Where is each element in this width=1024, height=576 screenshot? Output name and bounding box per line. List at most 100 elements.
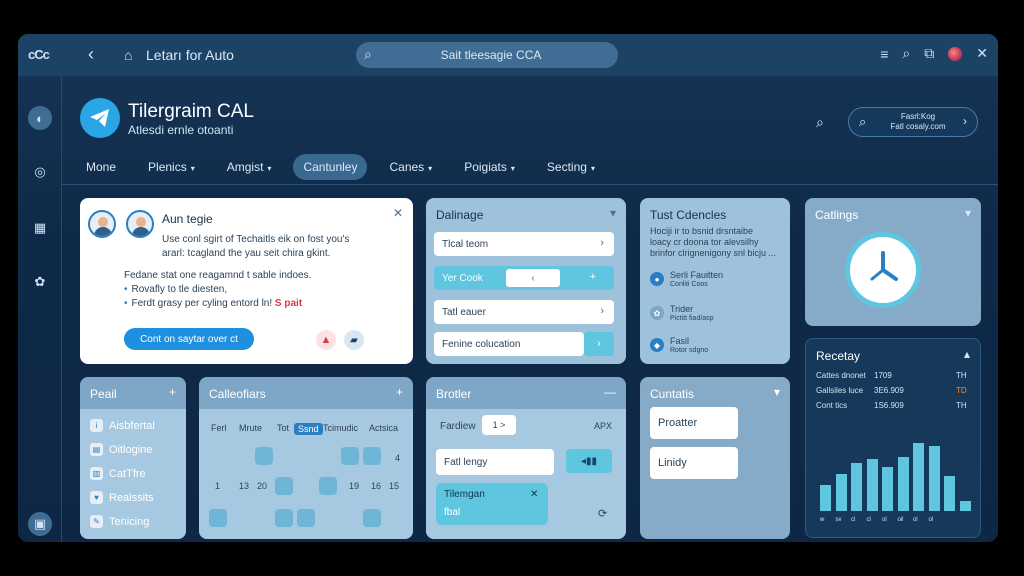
calendar-header: Ferl xyxy=(211,423,227,433)
quantity-stepper[interactable]: 1 > xyxy=(482,415,516,435)
box-icon[interactable]: ▦ xyxy=(28,216,52,240)
chevron-down-icon: ▾ xyxy=(590,164,595,173)
tust-item-name[interactable]: Fasil xyxy=(670,336,689,346)
file-icon: ▥ xyxy=(90,467,103,480)
settings-icon[interactable]: ✿ xyxy=(28,270,52,294)
dalinage-row[interactable]: Fenine colucation xyxy=(434,332,584,356)
list-item[interactable]: ♥ Realssits xyxy=(90,491,154,504)
cuntatis-card: Cuntatis ▾ Proatter Linidy xyxy=(640,377,790,539)
chat-line: Use conl sgirt of Techaitls eik on fost … xyxy=(162,234,350,245)
share-icon[interactable]: ⧉ xyxy=(924,45,934,62)
titlebar-actions: ≡ ⌕ ⧉ ✕ xyxy=(880,45,988,62)
chevron-right-icon: › xyxy=(963,114,967,128)
dalinage-row[interactable]: Tlcal teom › xyxy=(434,232,614,256)
tab-plenics[interactable]: Plenics ▾ xyxy=(138,154,205,180)
tab-amgist[interactable]: Amgist ▾ xyxy=(217,154,282,180)
search-bar[interactable]: ⌕ xyxy=(356,42,618,68)
menu-icon[interactable]: ≡ xyxy=(880,46,888,62)
tab-secting[interactable]: Secting ▾ xyxy=(537,154,605,180)
back-icon[interactable]: ‹ xyxy=(88,44,94,65)
stat-label: Gallsiles luce xyxy=(816,386,864,395)
chevron-down-icon[interactable]: ▾ xyxy=(610,206,616,220)
catlings-card: Catlings ▾ xyxy=(805,198,981,326)
brotler-input[interactable]: Fatl lengy xyxy=(436,449,554,475)
desktop-icon[interactable]: ▣ xyxy=(28,512,52,536)
cuntatis-button[interactable]: Linidy xyxy=(650,447,738,479)
tab-mone[interactable]: Mone xyxy=(76,154,126,180)
tab-label: Cantunley xyxy=(303,160,358,174)
account-pill[interactable]: ⌕ Fasrl:Kog Fatl cosaly.com › xyxy=(848,107,978,137)
close-icon[interactable]: ✕ xyxy=(393,206,403,220)
chat-cta-button[interactable]: Cont on saytar over ct xyxy=(124,328,254,350)
search-icon[interactable]: ⌕ xyxy=(816,114,824,131)
chevron-left-icon[interactable]: ‹ xyxy=(506,269,560,287)
chat-bullet: • Rovafly to tle diesten, xyxy=(124,284,228,295)
list-item[interactable]: i Aisbfertal xyxy=(90,419,155,432)
chevron-right-icon[interactable]: › xyxy=(584,332,614,356)
search-icon[interactable]: ⌕ xyxy=(902,45,910,62)
chevron-down-icon[interactable]: ▾ xyxy=(774,385,780,399)
minus-icon[interactable]: — xyxy=(604,385,616,399)
alert-icon[interactable]: ▲ xyxy=(316,330,336,350)
recetay-card: Recetay ▴ Cattes dnonet 1709 TH Gallsile… xyxy=(805,338,981,538)
close-icon[interactable]: ✕ xyxy=(976,45,988,62)
tab-label: Amgist xyxy=(226,160,264,174)
calendar-day[interactable] xyxy=(363,447,381,465)
tab-poigiats[interactable]: Poigiats ▾ xyxy=(454,154,525,180)
tust-card: Tust Cdencles Hociji ir to bsnid drsntai… xyxy=(640,198,790,364)
dalinage-card: Dalinage ▾ Tlcal teom › Yer Cook ‹ + Tatl… xyxy=(426,198,626,364)
chart-x-label: cl xyxy=(866,517,871,523)
camera-icon[interactable]: ◎ xyxy=(28,160,52,184)
cuntatis-button[interactable]: Proatter xyxy=(650,407,738,439)
plus-icon[interactable]: + xyxy=(169,385,176,399)
chat-line: ararl: tcagland the yau seit chira gkint… xyxy=(162,248,331,259)
brotler-chip[interactable]: Tilemgan fbal ✕ xyxy=(436,483,548,525)
dalinage-row[interactable]: Tatl eauer › xyxy=(434,300,614,324)
calendar-day[interactable] xyxy=(255,447,273,465)
calendar-header: Tot xyxy=(277,423,290,433)
dalinage-row[interactable]: Yer Cook ‹ + xyxy=(434,266,614,290)
card-title: Catlings xyxy=(815,208,859,222)
chevron-down-icon: ▾ xyxy=(267,164,272,173)
tab-cantunley[interactable]: Cantunley xyxy=(293,154,368,180)
calendar-header[interactable]: Ssnd xyxy=(294,423,323,435)
window-title: Letarı for Auto xyxy=(146,47,234,63)
chevron-up-icon[interactable]: ▴ xyxy=(964,347,970,361)
toggle-icon[interactable]: ◂▮▮ xyxy=(566,449,612,473)
list-item[interactable]: ✎ Tenicing xyxy=(90,515,149,528)
calendar-header: Tcimudic xyxy=(323,423,359,433)
calendar-day[interactable] xyxy=(209,509,227,527)
plus-icon[interactable]: + xyxy=(590,271,596,283)
account-line2: Fatl cosaly.com xyxy=(890,122,946,131)
telegram-logo-icon xyxy=(80,98,120,138)
clock-icon xyxy=(845,232,921,308)
tust-item-name[interactable]: Serli Fauitten xyxy=(670,270,723,280)
list-item[interactable]: ▤ Oitlogine xyxy=(90,443,152,456)
brotler-label: Fardiew xyxy=(440,421,476,432)
close-icon[interactable]: ✕ xyxy=(530,489,538,500)
list-item[interactable]: ▥ CatTfre xyxy=(90,467,146,480)
calendar-header: Actsica xyxy=(369,423,399,433)
tab-canes[interactable]: Canes ▾ xyxy=(379,154,442,180)
chevron-down-icon[interactable]: ▾ xyxy=(965,206,971,220)
calendar-day[interactable] xyxy=(319,477,337,495)
shield-icon[interactable]: ◐ xyxy=(28,106,52,130)
chat-bullet: • Ferdt grasy per cyling entord ln! S pai… xyxy=(124,298,303,309)
avatar[interactable] xyxy=(948,46,963,61)
search-input[interactable] xyxy=(386,45,596,65)
tust-item-name[interactable]: Trider xyxy=(670,304,693,314)
calendar-day[interactable] xyxy=(363,509,381,527)
refresh-icon[interactable]: ⟳ xyxy=(598,507,607,520)
calendar-day[interactable] xyxy=(275,509,293,527)
folder-icon[interactable]: ▰ xyxy=(344,330,364,350)
app-name: Tilergraim CAL xyxy=(128,101,254,122)
calendar-day[interactable] xyxy=(275,477,293,495)
stat-tag: TH xyxy=(956,401,967,410)
calendar-day[interactable] xyxy=(341,447,359,465)
home-icon[interactable]: ⌂ xyxy=(124,47,132,63)
shield-icon: ◆ xyxy=(650,338,664,352)
calendar-day[interactable] xyxy=(297,509,315,527)
tust-item-sub: Rotor sdgno xyxy=(670,347,709,354)
chat-line: Fedane stat one reagamnd t sable indoes. xyxy=(124,270,312,281)
plus-icon[interactable]: + xyxy=(396,385,403,399)
